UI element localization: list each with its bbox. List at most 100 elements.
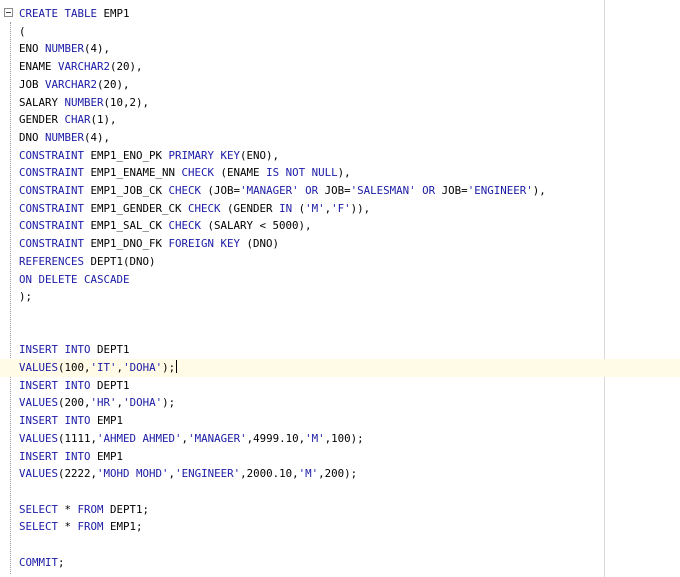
code-line[interactable]: INSERT INTO DEPT1 — [0, 377, 680, 395]
code-line[interactable]: SELECT * FROM EMP1; — [0, 518, 680, 536]
code-line[interactable]: CONSTRAINT EMP1_SAL_CK CHECK (SALARY < 5… — [0, 217, 680, 235]
sql-keyword: SELECT — [19, 502, 59, 516]
code-line[interactable]: INSERT INTO EMP1 — [0, 448, 680, 466]
sql-keyword: NUMBER — [45, 42, 85, 56]
code-line[interactable] — [0, 483, 680, 501]
sql-keyword: VALUES — [19, 396, 59, 410]
sql-editor[interactable]: CREATE TABLE EMP1(ENO NUMBER(4), ENAME VA… — [0, 0, 680, 577]
sql-text: DEPT1 — [90, 343, 130, 357]
code-line[interactable]: CREATE TABLE EMP1 — [0, 5, 680, 23]
sql-keyword: PRIMARY KEY — [168, 148, 241, 162]
code-line[interactable]: SELECT * FROM DEPT1; — [0, 501, 680, 519]
sql-keyword: CONSTRAINT — [19, 237, 85, 251]
code-line[interactable]: INSERT INTO DEPT1 — [0, 341, 680, 359]
sql-string: 'M' — [305, 431, 325, 445]
sql-keyword: CONSTRAINT — [19, 184, 85, 197]
sql-keyword: ON DELETE CASCADE — [19, 272, 130, 286]
code-line[interactable]: DNO NUMBER(4), — [0, 129, 680, 147]
code-line[interactable]: JOB VARCHAR2(20), — [0, 76, 680, 94]
sql-keyword: VALUES — [19, 361, 59, 374]
sql-keyword: VARCHAR2 — [45, 77, 98, 91]
sql-text: JOB= — [318, 184, 351, 197]
code-line[interactable]: REFERENCES DEPT1(DNO) — [0, 253, 680, 271]
sql-string: 'IT' — [90, 361, 117, 374]
sql-text: ENO — [19, 42, 46, 56]
sql-text: (4), — [84, 42, 111, 56]
sql-keyword: CHECK — [168, 219, 202, 233]
sql-text: ); — [162, 361, 176, 374]
sql-keyword: INSERT INTO — [19, 414, 91, 428]
sql-keyword: REFERENCES — [19, 254, 85, 268]
sql-keyword: NUMBER — [45, 130, 85, 144]
code-line[interactable]: ); — [0, 288, 680, 306]
code-line[interactable]: CONSTRAINT EMP1_GENDER_CK CHECK (GENDER … — [0, 200, 680, 218]
sql-text: (20), — [110, 60, 143, 74]
code-line[interactable]: ON DELETE CASCADE — [0, 271, 680, 289]
sql-string: 'MANAGER' — [240, 184, 299, 197]
sql-text: ; — [58, 555, 65, 569]
sql-keyword: CONSTRAINT — [19, 166, 85, 180]
code-line[interactable]: VALUES(1111,'AHMED AHMED','MANAGER',4999… — [0, 430, 680, 448]
code-line[interactable]: CONSTRAINT EMP1_DNO_FK FOREIGN KEY (DNO) — [0, 235, 680, 253]
code-line[interactable]: VALUES(200,'HR','DOHA'); — [0, 394, 680, 412]
sql-text: EMP1_GENDER_CK — [84, 201, 189, 215]
sql-keyword: IS NOT NULL — [266, 166, 338, 180]
code-line[interactable] — [0, 324, 680, 342]
sql-string: 'MANAGER' — [188, 431, 247, 445]
code-line[interactable]: VALUES(2222,'MOHD MOHD','ENGINEER',2000.… — [0, 465, 680, 483]
text-caret — [176, 360, 178, 373]
sql-keyword: CONSTRAINT — [19, 148, 85, 162]
sql-text: (1), — [90, 113, 117, 127]
sql-text: ,4999.10, — [246, 431, 306, 445]
sql-text: ), — [532, 184, 546, 197]
sql-text: EMP1_ENAME_NN — [84, 166, 182, 180]
sql-text: DEPT1(DNO) — [84, 254, 156, 268]
code-line[interactable]: CONSTRAINT EMP1_JOB_CK CHECK (JOB='MANAG… — [0, 182, 680, 200]
sql-text: SALARY — [19, 95, 65, 109]
code-line[interactable]: CONSTRAINT EMP1_ENAME_NN CHECK (ENAME IS… — [0, 164, 680, 182]
code-line[interactable]: CONSTRAINT EMP1_ENO_PK PRIMARY KEY(ENO), — [0, 147, 680, 165]
sql-text: (10,2), — [103, 95, 150, 109]
sql-text: DNO — [19, 130, 46, 144]
sql-text: )), — [350, 201, 371, 215]
sql-string: 'SALESMAN' — [350, 184, 416, 197]
sql-text: ); — [19, 290, 33, 304]
code-line[interactable]: GENDER CHAR(1), — [0, 111, 680, 129]
code-line[interactable]: SALARY NUMBER(10,2), — [0, 94, 680, 112]
sql-text: (4), — [84, 130, 111, 144]
sql-text: ENAME — [19, 60, 59, 74]
sql-text: EMP1_JOB_CK — [84, 184, 169, 197]
sql-text: EMP1 — [97, 7, 130, 20]
code-line[interactable]: INSERT INTO EMP1 — [0, 412, 680, 430]
sql-string: 'M' — [298, 467, 319, 481]
sql-string: 'DOHA' — [123, 396, 163, 410]
code-line[interactable]: VALUES(100,'IT','DOHA'); — [0, 359, 680, 377]
code-line[interactable] — [0, 306, 680, 324]
sql-text: * — [58, 502, 78, 516]
code-line[interactable]: ENAME VARCHAR2(20), — [0, 58, 680, 76]
code-line[interactable] — [0, 536, 680, 554]
sql-string: 'ENGINEER' — [467, 184, 533, 197]
sql-text: EMP1; — [103, 520, 143, 534]
sql-text: EMP1_SAL_CK — [84, 219, 169, 233]
sql-keyword: TABLE — [64, 7, 98, 20]
sql-text: EMP1_ENO_PK — [84, 148, 169, 162]
sql-text: (ENO), — [240, 148, 280, 162]
code-line[interactable]: ENO NUMBER(4), — [0, 40, 680, 58]
sql-text: DEPT1; — [103, 502, 150, 516]
sql-keyword: VARCHAR2 — [58, 60, 111, 74]
sql-text: (GENDER — [220, 201, 280, 215]
sql-text: * — [58, 520, 78, 534]
code-line[interactable]: ( — [0, 23, 680, 41]
sql-text: JOB= — [435, 184, 468, 197]
sql-string: 'AHMED AHMED' — [97, 431, 182, 445]
sql-string: 'HR' — [90, 396, 117, 410]
sql-keyword: FROM — [77, 502, 104, 516]
sql-keyword: INSERT INTO — [19, 378, 91, 392]
sql-text: (ENAME — [214, 166, 267, 180]
sql-keyword: SELECT — [19, 520, 59, 534]
sql-text: GENDER — [19, 113, 65, 127]
code-line[interactable]: COMMIT; — [0, 554, 680, 572]
sql-string: 'F' — [331, 201, 351, 215]
sql-keyword: CONSTRAINT — [19, 201, 85, 215]
